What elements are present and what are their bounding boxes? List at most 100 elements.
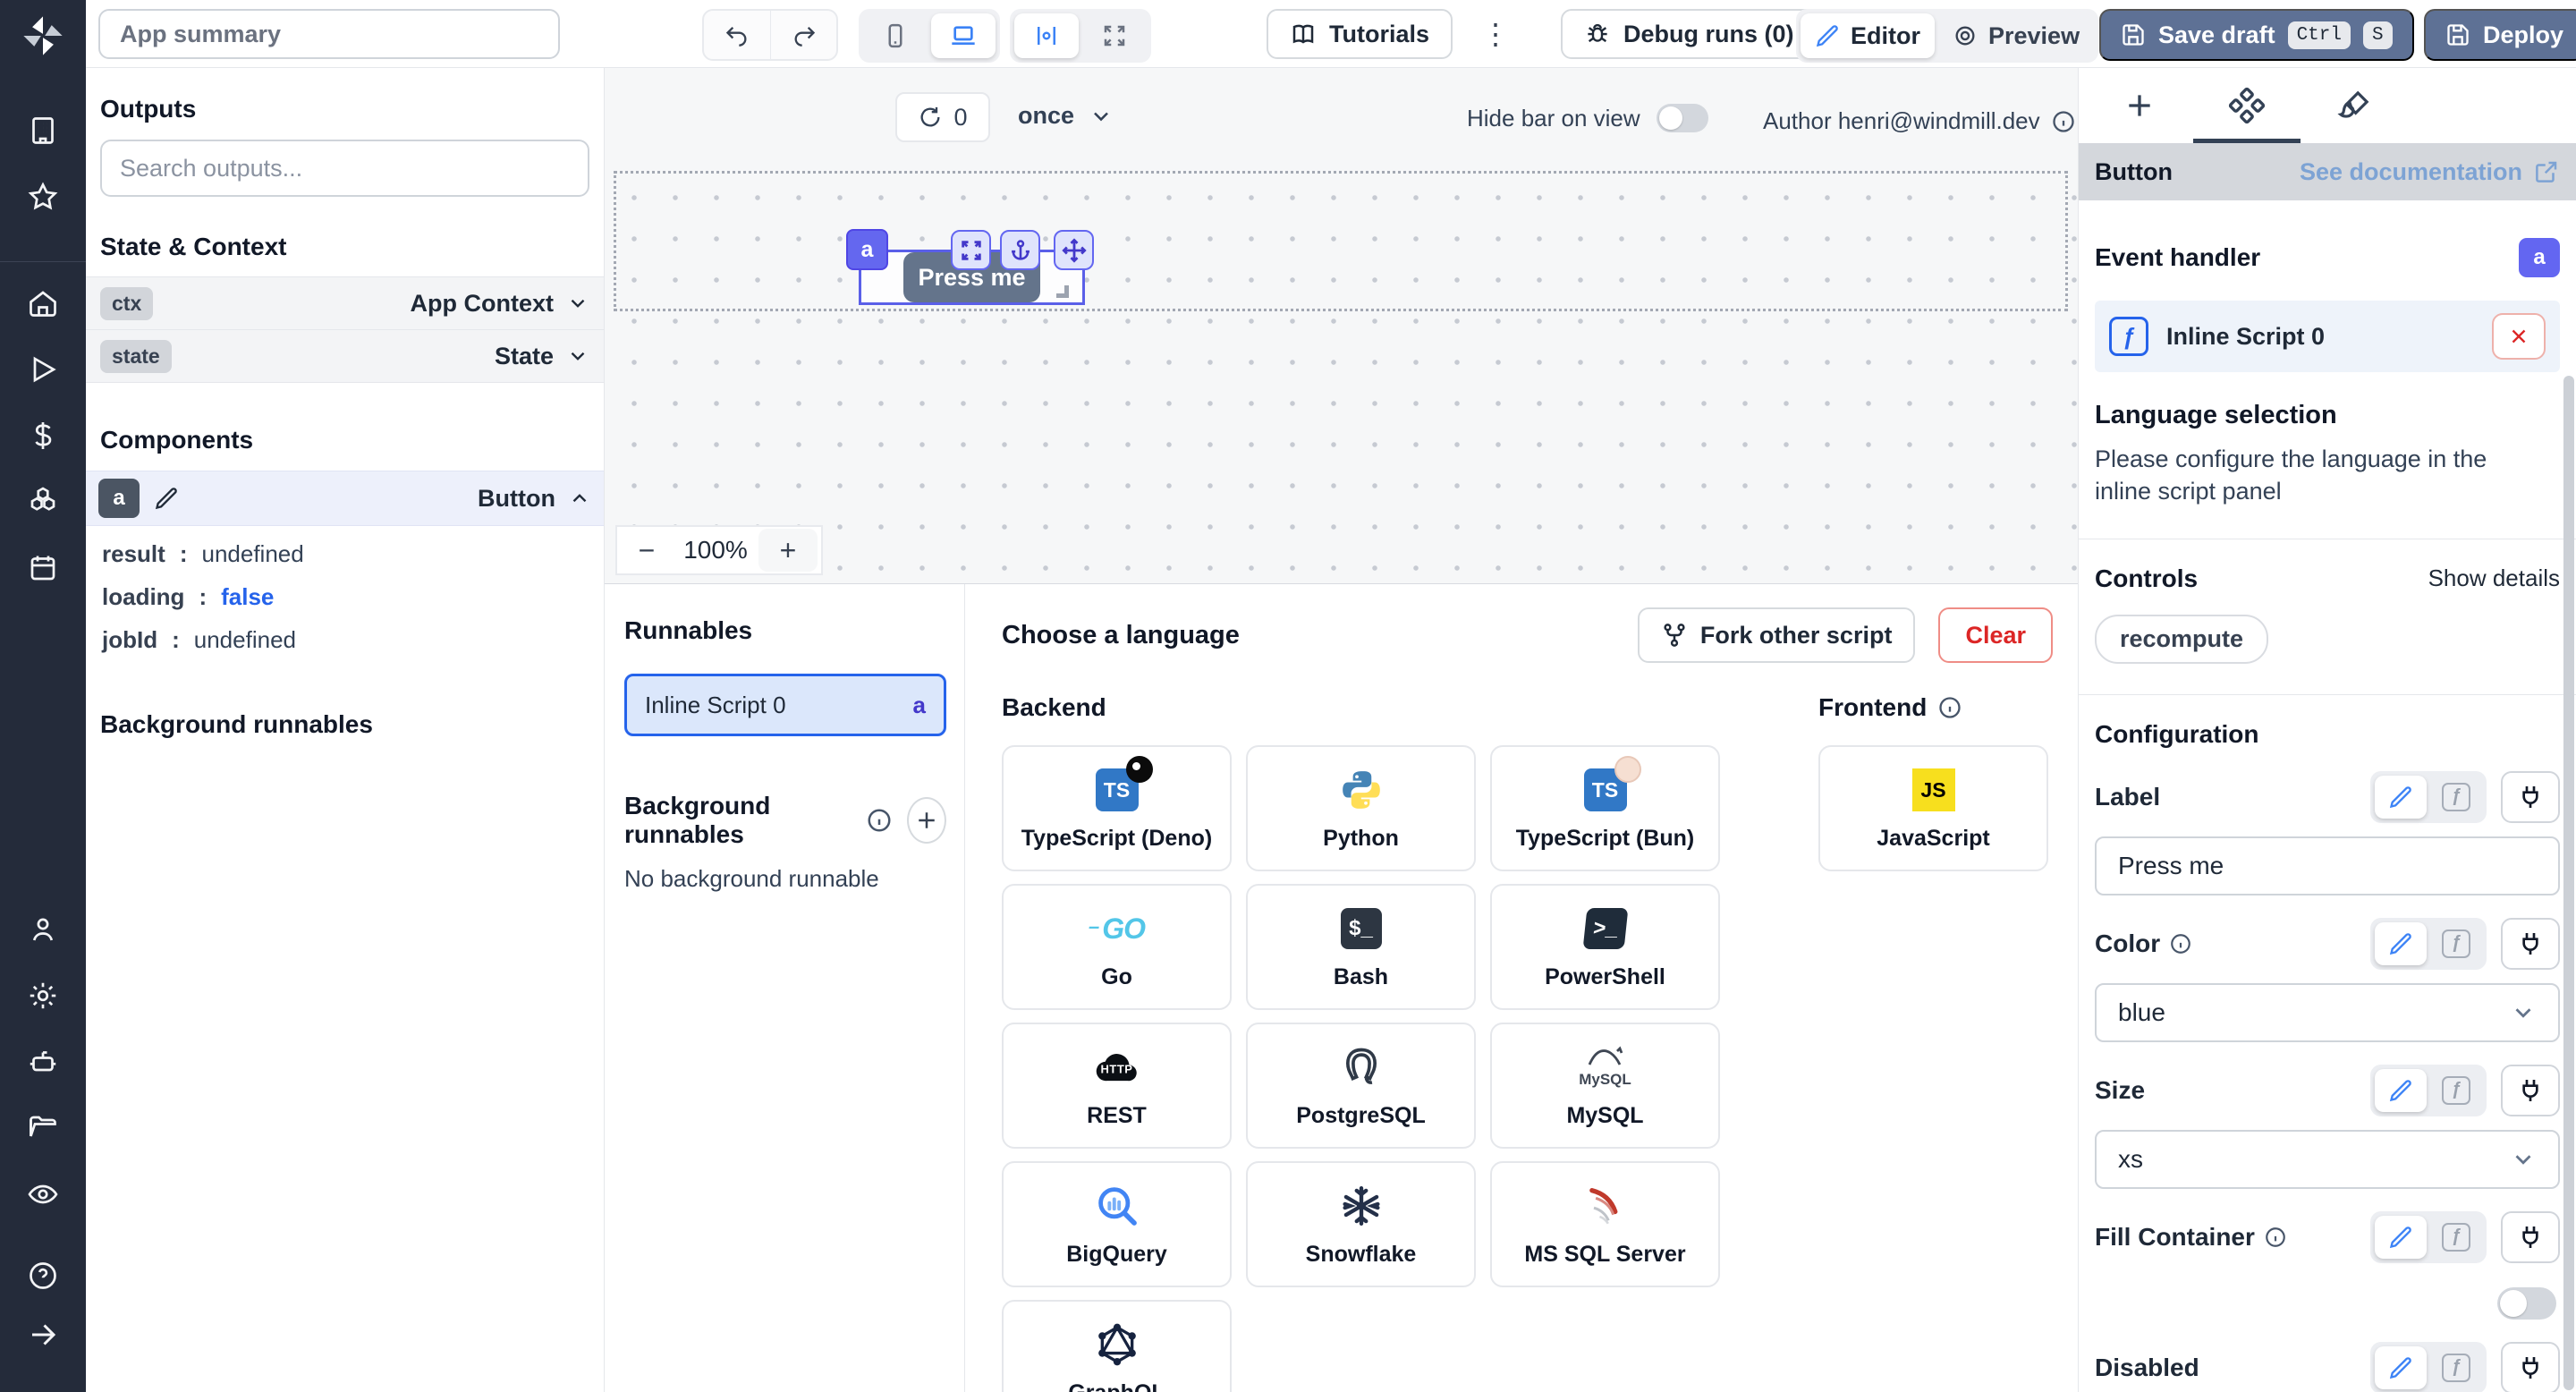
size-select[interactable]: xs bbox=[2095, 1130, 2560, 1189]
connect-button[interactable] bbox=[2501, 1342, 2560, 1392]
sidebar-item-resources[interactable] bbox=[21, 480, 64, 523]
language-card-mssql[interactable]: MS SQL Server bbox=[1490, 1161, 1720, 1287]
connect-button[interactable] bbox=[2501, 771, 2560, 823]
tab-insert-component[interactable] bbox=[2114, 68, 2165, 143]
language-card-postgresql[interactable]: PostgreSQL bbox=[1246, 1023, 1476, 1149]
remove-script-button[interactable] bbox=[2492, 313, 2546, 360]
prop-loading[interactable]: loading : false bbox=[102, 583, 604, 626]
language-card-typescript-deno[interactable]: TS TypeScript (Deno) bbox=[1002, 745, 1232, 871]
resize-handle[interactable] bbox=[1056, 285, 1069, 298]
info-icon[interactable] bbox=[2169, 932, 2192, 955]
static-mode-button[interactable] bbox=[2375, 1346, 2427, 1389]
sidebar-item-help[interactable] bbox=[21, 1254, 64, 1297]
label-value-input[interactable] bbox=[2095, 836, 2560, 895]
expand-handle[interactable] bbox=[951, 230, 991, 270]
zoom-in-button[interactable]: + bbox=[758, 529, 818, 572]
dynamic-mode-button[interactable]: ƒ bbox=[2430, 1069, 2482, 1112]
zoom-out-button[interactable]: − bbox=[617, 527, 676, 573]
dynamic-mode-button[interactable]: ƒ bbox=[2430, 1216, 2482, 1259]
sidebar-item-audit[interactable] bbox=[21, 1173, 64, 1216]
debug-runs-button[interactable]: Debug runs (0) bbox=[1561, 9, 1818, 59]
fullwidth-layout-button[interactable] bbox=[1082, 13, 1147, 58]
sidebar-item-schedules[interactable] bbox=[21, 547, 64, 590]
see-documentation-link[interactable]: See documentation bbox=[2300, 158, 2560, 186]
clear-button[interactable]: Clear bbox=[1938, 607, 2053, 663]
sidebar-item-home[interactable] bbox=[21, 282, 64, 325]
tab-styling[interactable] bbox=[2329, 68, 2379, 143]
mobile-view-button[interactable] bbox=[863, 13, 928, 58]
language-card-go[interactable]: GO Go bbox=[1002, 884, 1232, 1010]
language-card-powershell[interactable]: >_ PowerShell bbox=[1490, 884, 1720, 1010]
info-icon[interactable] bbox=[866, 807, 893, 834]
tutorials-button[interactable]: Tutorials bbox=[1267, 9, 1453, 59]
dynamic-mode-button[interactable]: ƒ bbox=[2430, 776, 2482, 819]
sidebar-item-workers[interactable] bbox=[21, 1040, 64, 1083]
hide-bar-toggle[interactable] bbox=[1657, 104, 1708, 132]
deploy-button[interactable]: Deploy bbox=[2424, 9, 2576, 61]
fork-other-script-button[interactable]: Fork other script bbox=[1638, 607, 1916, 663]
edit-id-pencil-icon[interactable] bbox=[154, 486, 179, 511]
static-mode-button[interactable] bbox=[2375, 1216, 2427, 1259]
fill-container-toggle[interactable] bbox=[2497, 1287, 2556, 1320]
editor-tab[interactable]: Editor bbox=[1801, 13, 1935, 58]
schedule-dropdown[interactable]: once bbox=[1018, 102, 1114, 130]
language-card-mysql[interactable]: MySQL MySQL bbox=[1490, 1023, 1720, 1149]
undo-button[interactable] bbox=[704, 11, 770, 59]
ctx-row[interactable]: ctx App Context bbox=[86, 276, 604, 330]
sidebar-item-variables[interactable] bbox=[21, 414, 64, 457]
language-card-python[interactable]: Python bbox=[1246, 745, 1476, 871]
prop-jobid[interactable]: jobId : undefined bbox=[102, 626, 604, 669]
connect-button[interactable] bbox=[2501, 1211, 2560, 1263]
desktop-view-button[interactable] bbox=[931, 13, 996, 58]
sidebar-item-runs[interactable] bbox=[21, 348, 64, 391]
color-select[interactable]: blue bbox=[2095, 983, 2560, 1042]
save-draft-button[interactable]: Save draft Ctrl S bbox=[2099, 9, 2414, 61]
sidebar-item-folders[interactable] bbox=[21, 1107, 64, 1150]
device-toggle-group bbox=[859, 9, 1000, 63]
center-layout-button[interactable] bbox=[1014, 13, 1079, 58]
info-icon[interactable] bbox=[2051, 109, 2076, 134]
sidebar-item-users[interactable] bbox=[21, 908, 64, 951]
connect-button[interactable] bbox=[2501, 918, 2560, 970]
refresh-count-button[interactable]: 0 bbox=[895, 92, 990, 142]
sidebar-item-favorites[interactable] bbox=[21, 175, 64, 218]
recompute-pill-button[interactable]: recompute bbox=[2095, 615, 2268, 664]
move-handle[interactable] bbox=[1054, 230, 1094, 270]
language-card-bash[interactable]: $_ Bash bbox=[1246, 884, 1476, 1010]
state-row[interactable]: state State bbox=[86, 329, 604, 383]
sidebar-collapse-button[interactable] bbox=[21, 1313, 64, 1356]
more-options-button[interactable]: ⋮ bbox=[1481, 20, 1510, 48]
tab-component-settings[interactable] bbox=[2222, 68, 2272, 143]
language-card-bigquery[interactable]: BigQuery bbox=[1002, 1161, 1232, 1287]
anchor-handle[interactable] bbox=[1000, 230, 1040, 270]
sidebar-item-settings[interactable] bbox=[21, 974, 64, 1017]
prop-result[interactable]: result : undefined bbox=[102, 540, 604, 583]
info-icon[interactable] bbox=[1937, 695, 1962, 720]
info-icon[interactable] bbox=[2264, 1226, 2287, 1249]
dynamic-mode-button[interactable]: ƒ bbox=[2430, 922, 2482, 965]
dynamic-mode-button[interactable]: ƒ bbox=[2430, 1346, 2482, 1389]
event-inline-script-row[interactable]: ƒ Inline Script 0 bbox=[2095, 301, 2560, 372]
language-card-snowflake[interactable]: Snowflake bbox=[1246, 1161, 1476, 1287]
static-mode-button[interactable] bbox=[2375, 776, 2427, 819]
static-mode-button[interactable] bbox=[2375, 922, 2427, 965]
search-outputs-input[interactable] bbox=[100, 140, 589, 197]
connect-button[interactable] bbox=[2501, 1065, 2560, 1116]
static-mode-button[interactable] bbox=[2375, 1069, 2427, 1112]
inline-script-item[interactable]: Inline Script 0 a bbox=[624, 674, 946, 736]
language-card-graphql[interactable]: GraphQL bbox=[1002, 1300, 1232, 1392]
app-canvas[interactable]: 0 once Hide bar on view Author henri@win… bbox=[605, 68, 2078, 583]
preview-tab[interactable]: Preview bbox=[1938, 13, 2094, 58]
windmill-logo-icon[interactable] bbox=[20, 13, 66, 59]
add-background-runnable-button[interactable] bbox=[907, 797, 946, 844]
sidebar-item-workspace[interactable] bbox=[21, 109, 64, 152]
scrollbar-thumb[interactable] bbox=[2563, 376, 2574, 1390]
language-card-rest[interactable]: HTTP REST bbox=[1002, 1023, 1232, 1149]
redo-button[interactable] bbox=[770, 11, 836, 59]
show-details-link[interactable]: Show details bbox=[2428, 564, 2560, 592]
component-id-tag[interactable]: a bbox=[846, 229, 888, 270]
component-row-button[interactable]: a Button bbox=[86, 471, 604, 526]
language-card-typescript-bun[interactable]: TS TypeScript (Bun) bbox=[1490, 745, 1720, 871]
app-summary-input[interactable] bbox=[98, 9, 560, 59]
language-card-javascript[interactable]: JS JavaScript bbox=[1818, 745, 2048, 871]
